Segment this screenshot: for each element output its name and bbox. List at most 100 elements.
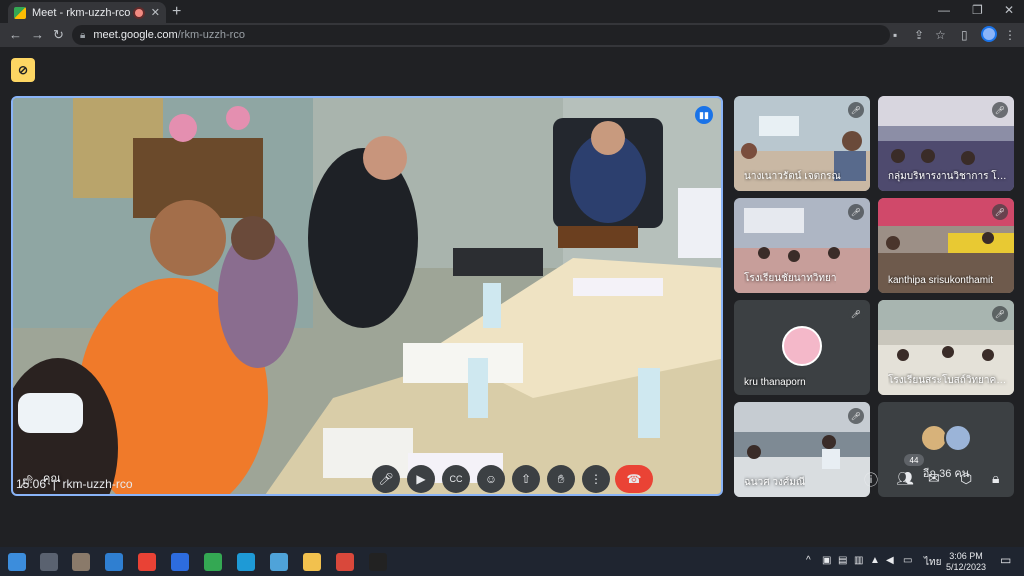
windows-taskbar: ^ ▣ ▤ ▥ ▲ ◀ ▭ ไทย 3:06 PM 5/12/2023 ▭ bbox=[0, 547, 1024, 576]
more-options-button[interactable]: ⋮ bbox=[582, 465, 610, 493]
profile-avatar[interactable] bbox=[981, 26, 997, 42]
taskbar-clock[interactable]: 3:06 PM 5/12/2023 bbox=[946, 551, 986, 573]
new-tab-button[interactable]: + bbox=[172, 3, 181, 21]
file-explorer-icon[interactable] bbox=[303, 553, 321, 571]
taskbar-date: 5/12/2023 bbox=[946, 562, 987, 572]
participant-tile[interactable]: 🎤︎ กลุ่มบริหารงานวิชาการ โรงเ... bbox=[878, 96, 1014, 191]
restore-icon[interactable]: ❐ bbox=[972, 3, 983, 17]
back-icon[interactable]: ← bbox=[9, 27, 22, 42]
muted-mic-icon: 🎤︎ bbox=[992, 102, 1008, 118]
meeting-clock: 15:06 | rkm-uzzh-rco bbox=[16, 477, 133, 491]
browser-tab[interactable]: Meet - rkm-uzzh-rco ✕ bbox=[8, 2, 166, 23]
start-icon[interactable] bbox=[8, 553, 26, 571]
language-indicator[interactable]: ไทย bbox=[924, 555, 941, 570]
tray-chevron-icon[interactable]: ^ bbox=[806, 555, 811, 566]
captions-off-badge-icon[interactable]: ⊘ bbox=[11, 58, 35, 82]
tab-title: Meet - rkm-uzzh-rco bbox=[32, 6, 131, 19]
lock-icon: 🔒︎ bbox=[80, 29, 86, 41]
muted-mic-icon: 🎤︎ bbox=[992, 204, 1008, 220]
chrome-icon[interactable] bbox=[138, 553, 156, 571]
url-host: meet.google.com bbox=[93, 29, 178, 41]
camera-icon: ▶ bbox=[416, 472, 426, 486]
side-panel-icon[interactable]: ▯ bbox=[961, 28, 968, 42]
recording-indicator-icon bbox=[134, 8, 143, 17]
speaking-indicator-icon: ▮▮ bbox=[695, 106, 713, 124]
meet-favicon-icon bbox=[14, 6, 26, 19]
camera-in-use-icon[interactable]: ▪ bbox=[893, 28, 897, 42]
more-icon: ⋮ bbox=[590, 472, 602, 486]
tray-app-icon[interactable]: ▤ bbox=[838, 555, 847, 566]
raise-hand-button[interactable]: ✋︎ bbox=[547, 465, 575, 493]
raise-hand-icon: ✋︎ bbox=[557, 471, 565, 486]
photos-icon[interactable] bbox=[237, 553, 255, 571]
captions-button[interactable]: CC bbox=[442, 465, 470, 493]
muted-mic-icon: 🎤︎ bbox=[992, 306, 1008, 322]
network-icon[interactable]: ▲ bbox=[870, 555, 880, 566]
participant-tile[interactable]: 🎤︎ โรงเรียนสระโบสถ์วิทยาคาร... bbox=[878, 300, 1014, 395]
participant-tile[interactable]: 🎤︎ นางเนาวรัตน์ เจตกรณ bbox=[734, 96, 870, 191]
participant-tile[interactable]: 🎤︎ โรงเรียนชัยนาทวิทยา bbox=[734, 198, 870, 293]
end-call-icon: ☎ bbox=[626, 472, 642, 486]
main-video-tile[interactable]: ▮▮ 📌︎ คุณ bbox=[11, 96, 723, 496]
participant-tile[interactable]: 🎤︎ kanthipa srisukonthamit bbox=[878, 198, 1014, 293]
edge-icon[interactable] bbox=[105, 553, 123, 571]
app-icon[interactable] bbox=[72, 553, 90, 571]
tray-app-icon[interactable]: ▥ bbox=[854, 555, 863, 566]
reload-icon[interactable]: ↻ bbox=[53, 27, 64, 43]
participant-tile[interactable]: 🎤︎ ฉนวศ วงศ์มณี bbox=[734, 402, 870, 497]
meeting-code: rkm-uzzh-rco bbox=[62, 477, 133, 491]
volume-icon[interactable]: ◀ bbox=[886, 555, 894, 566]
mic-button[interactable]: 🎤︎ bbox=[372, 465, 400, 493]
obs-icon[interactable] bbox=[369, 553, 387, 571]
chrome-menu-icon[interactable]: ⋮ bbox=[1004, 28, 1016, 42]
share-icon[interactable]: ⇪ bbox=[914, 28, 924, 42]
host-controls-icon[interactable]: 🔒︎ bbox=[992, 470, 999, 487]
battery-icon[interactable]: ▭ bbox=[903, 555, 912, 566]
meeting-details-icon[interactable]: ⓘ bbox=[864, 470, 878, 490]
participant-name: นางเนาวรัตน์ เจตกรณ bbox=[744, 171, 841, 182]
app-active-icon[interactable] bbox=[336, 553, 354, 571]
minimize-icon[interactable]: — bbox=[938, 3, 950, 17]
people-icon[interactable]: 👥︎ bbox=[896, 470, 914, 487]
task-view-icon[interactable] bbox=[40, 553, 58, 571]
participant-name: กลุ่มบริหารงานวิชาการ โรงเ... bbox=[888, 171, 1010, 182]
participant-name: ฉนวศ วงศ์มณี bbox=[744, 477, 806, 488]
taskbar-time: 3:06 PM bbox=[949, 551, 983, 561]
forward-icon[interactable]: → bbox=[31, 27, 44, 42]
participant-name: kanthipa srisukonthamit bbox=[888, 275, 994, 286]
chrome-profile-icon[interactable] bbox=[204, 553, 222, 571]
participant-name: โรงเรียนสระโบสถ์วิทยาคาร... bbox=[888, 375, 1010, 386]
activities-icon[interactable]: ⬡ bbox=[960, 470, 972, 487]
emoji-icon: ☺ bbox=[484, 472, 498, 486]
participant-count-badge: 44 bbox=[904, 454, 924, 466]
participant-avatar bbox=[782, 326, 822, 366]
participant-avatar bbox=[944, 424, 972, 452]
main-video-scene bbox=[13, 98, 721, 494]
participant-name: kru thanaporn bbox=[744, 377, 806, 388]
participant-tile[interactable]: 🎤︎ kru thanaporn bbox=[734, 300, 870, 395]
muted-mic-icon: 🎤︎ bbox=[848, 408, 864, 424]
close-tab-icon[interactable]: ✕ bbox=[151, 6, 160, 19]
notifications-icon[interactable]: ▭ bbox=[1000, 553, 1011, 567]
present-icon: ⇧ bbox=[520, 472, 532, 486]
participant-name: โรงเรียนชัยนาทวิทยา bbox=[744, 273, 837, 284]
muted-mic-icon: 🎤︎ bbox=[848, 306, 864, 322]
address-bar[interactable]: 🔒︎ meet.google.com/rkm-uzzh-rco bbox=[72, 25, 890, 45]
muted-mic-icon: 🎤︎ bbox=[848, 204, 864, 220]
chat-icon[interactable]: ✉ bbox=[928, 470, 940, 487]
browser-toolbar: ← → ↻ 🔒︎ meet.google.com/rkm-uzzh-rco ▪ … bbox=[0, 23, 1024, 47]
tray-app-icon[interactable]: ▣ bbox=[822, 555, 831, 566]
window-close-icon[interactable]: ✕ bbox=[1004, 3, 1014, 17]
end-call-button[interactable]: ☎ bbox=[615, 465, 653, 493]
present-button[interactable]: ⇧ bbox=[512, 465, 540, 493]
url-path: /rkm-uzzh-rco bbox=[177, 29, 245, 41]
camera-button[interactable]: ▶ bbox=[407, 465, 435, 493]
emoji-button[interactable]: ☺ bbox=[477, 465, 505, 493]
notepad-icon[interactable] bbox=[270, 553, 288, 571]
tab-strip: Meet - rkm-uzzh-rco ✕ + — ❐ ✕ bbox=[0, 0, 1024, 23]
meeting-time: 15:06 bbox=[16, 477, 47, 491]
bookmark-star-icon[interactable]: ☆ bbox=[935, 28, 946, 42]
mic-icon: 🎤︎ bbox=[378, 472, 394, 486]
zoom-icon[interactable] bbox=[171, 553, 189, 571]
captions-icon: CC bbox=[449, 474, 463, 484]
